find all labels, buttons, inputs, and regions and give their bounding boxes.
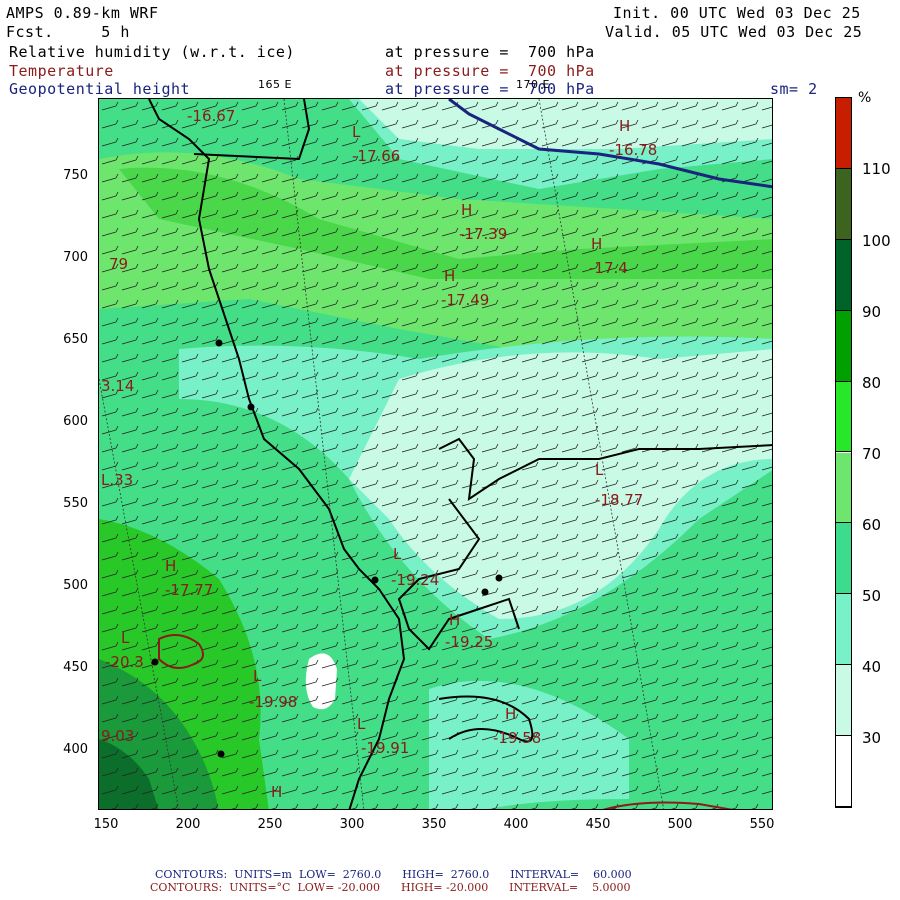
colorbar-segment bbox=[836, 452, 851, 524]
station-dot bbox=[371, 576, 379, 584]
map-label: -16.78 bbox=[609, 141, 657, 159]
map-label: H bbox=[449, 611, 460, 629]
field-temperature: Temperature bbox=[9, 62, 114, 80]
map-label: L bbox=[595, 461, 604, 479]
forecast-hour: Fcst. 5 h bbox=[6, 23, 130, 41]
map-label: -19.58 bbox=[493, 729, 541, 747]
x-tick-label: 450 bbox=[585, 817, 611, 832]
init-time: Init. 00 UTC Wed 03 Dec 25 bbox=[613, 4, 861, 22]
colorbar-label: 60 bbox=[862, 516, 882, 534]
map-label: H bbox=[591, 235, 602, 253]
map-label: -17.49 bbox=[441, 291, 489, 309]
colorbar-label: 90 bbox=[862, 303, 882, 321]
colorbar-label: 50 bbox=[862, 587, 882, 605]
colorbar-label: 70 bbox=[862, 445, 882, 463]
map-label: -17.77 bbox=[165, 581, 213, 599]
map-label: -19.25 bbox=[445, 633, 493, 651]
y-tick-label: 600 bbox=[63, 414, 88, 429]
x-tick-label: 250 bbox=[257, 817, 283, 832]
colorbar-segment bbox=[836, 98, 851, 169]
map-label: -17.66 bbox=[352, 147, 400, 165]
map-label: -17.39 bbox=[459, 225, 507, 243]
station-dot bbox=[247, 403, 255, 411]
map-label: -18.77 bbox=[595, 491, 643, 509]
map-label: H bbox=[461, 201, 472, 219]
pressure-geopotential: at pressure = 700 hPa bbox=[385, 80, 595, 98]
colorbar-label: 100 bbox=[862, 232, 891, 250]
map-label: -16.67 bbox=[187, 107, 235, 125]
map-label: -19.24 bbox=[391, 571, 439, 589]
longitude-label-165e: 165 E bbox=[258, 78, 292, 91]
field-humidity: Relative humidity (w.r.t. ice) bbox=[9, 43, 295, 61]
wind-barbs bbox=[99, 99, 772, 809]
colorbar bbox=[835, 97, 852, 808]
station-dot bbox=[215, 339, 223, 347]
map-label: H bbox=[165, 557, 176, 575]
colorbar-segment bbox=[836, 168, 851, 240]
x-tick-label: 350 bbox=[421, 817, 447, 832]
station-dot bbox=[481, 588, 489, 596]
map-label: -19.98 bbox=[249, 693, 297, 711]
map-label: L bbox=[393, 545, 402, 563]
x-tick-label: 300 bbox=[339, 817, 365, 832]
colorbar-segment bbox=[836, 665, 851, 737]
map-label: H bbox=[505, 705, 516, 723]
station-dot bbox=[495, 574, 503, 582]
y-tick-label: 650 bbox=[63, 332, 88, 347]
valid-time: Valid. 05 UTC Wed 03 Dec 25 bbox=[605, 23, 863, 41]
map-canvas: -16.67 L -17.66 H -16.78 H -17.39 H -17.… bbox=[99, 99, 772, 809]
station-dot bbox=[217, 750, 225, 758]
x-tick-label: 150 bbox=[93, 817, 119, 832]
map-label: H bbox=[444, 267, 455, 285]
y-tick-label: 400 bbox=[63, 742, 88, 757]
map-label: 3.14 bbox=[101, 377, 134, 395]
y-tick-label: 450 bbox=[63, 660, 88, 675]
map-label: L bbox=[352, 123, 361, 141]
smoothing-label: sm= 2 bbox=[770, 80, 818, 98]
y-tick-label: 750 bbox=[63, 168, 88, 183]
y-tick-label: 550 bbox=[63, 496, 88, 511]
colorbar-label: 80 bbox=[862, 374, 882, 392]
map-label: L bbox=[357, 715, 366, 733]
colorbar-label: 30 bbox=[862, 729, 882, 747]
map-label: -17.4 bbox=[589, 259, 628, 277]
y-tick-label: 700 bbox=[63, 250, 88, 265]
map-label: L bbox=[121, 629, 130, 647]
colorbar-segment bbox=[836, 594, 851, 666]
map-label: H bbox=[271, 783, 282, 801]
map-label: L.33 bbox=[101, 471, 133, 489]
map-label: 9.03 bbox=[101, 727, 134, 745]
x-tick-label: 200 bbox=[175, 817, 201, 832]
map-label: H bbox=[619, 117, 630, 135]
colorbar-segment bbox=[836, 736, 851, 807]
map-label: L bbox=[253, 667, 262, 685]
colorbar-segment bbox=[836, 239, 851, 311]
colorbar-label: 40 bbox=[862, 658, 882, 676]
map-label: 79 bbox=[109, 255, 128, 273]
colorbar-label: 110 bbox=[862, 160, 891, 178]
colorbar-segment bbox=[836, 381, 851, 453]
longitude-label-170e: 170 E bbox=[516, 78, 550, 91]
x-tick-label: 400 bbox=[503, 817, 529, 832]
footer-temp-contours: CONTOURS: UNITS=°C LOW= -20.000 HIGH= -2… bbox=[150, 881, 631, 894]
pressure-temperature: at pressure = 700 hPa bbox=[385, 62, 595, 80]
station-dot bbox=[151, 658, 159, 666]
map-panel: -16.67 L -17.66 H -16.78 H -17.39 H -17.… bbox=[98, 98, 773, 810]
x-tick-label: 550 bbox=[749, 817, 775, 832]
model-title: AMPS 0.89-km WRF bbox=[6, 4, 159, 22]
pressure-humidity: at pressure = 700 hPa bbox=[385, 43, 595, 61]
map-label: -20.3 bbox=[105, 653, 144, 671]
footer-height-contours: CONTOURS: UNITS=m LOW= 2760.0 HIGH= 2760… bbox=[155, 868, 632, 881]
x-tick-label: 500 bbox=[667, 817, 693, 832]
colorbar-segment bbox=[836, 523, 851, 595]
colorbar-unit: % bbox=[858, 90, 872, 106]
colorbar-segment bbox=[836, 310, 851, 382]
map-label: -19.91 bbox=[361, 739, 409, 757]
y-tick-label: 500 bbox=[63, 578, 88, 593]
field-geopotential: Geopotential height bbox=[9, 80, 191, 98]
